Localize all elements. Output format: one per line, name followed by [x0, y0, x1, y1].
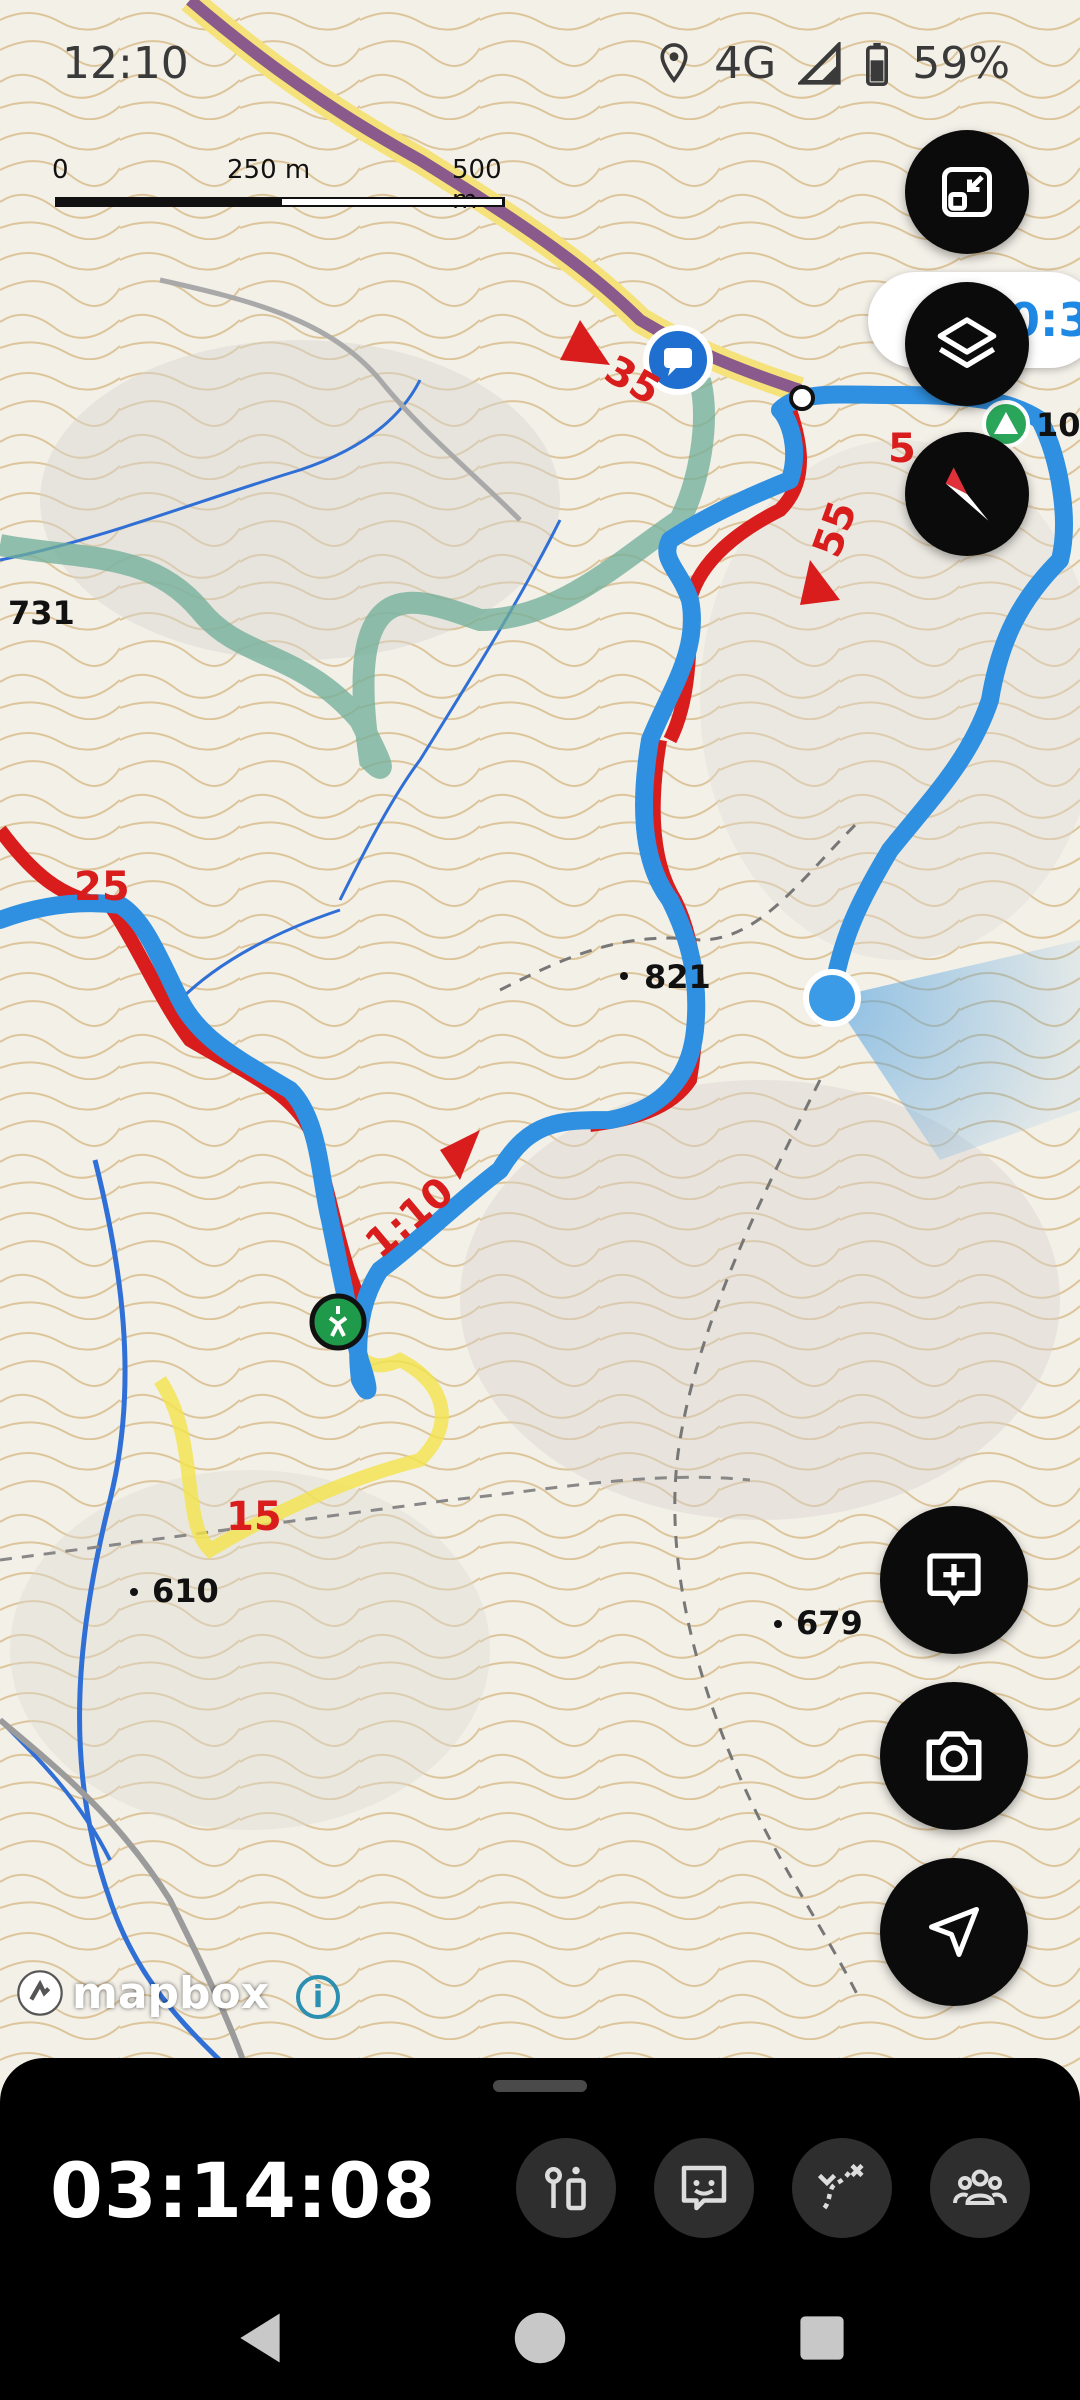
route-label: 15 — [226, 1494, 282, 1540]
network-type: 4G — [714, 38, 777, 89]
fullscreen-button[interactable] — [905, 130, 1029, 254]
mapbox-text: mapbox — [72, 1967, 270, 2019]
nav-back-button[interactable] — [230, 2308, 290, 2368]
waypoint-tool-icon — [545, 2166, 586, 2211]
status-bar: 12:10 4G 59% — [0, 0, 1080, 130]
route-label: 25 — [74, 864, 130, 910]
attribution-info-icon[interactable]: i — [296, 1975, 340, 2019]
add-note-button[interactable] — [880, 1506, 1028, 1654]
navigation-arrow-icon — [929, 1907, 979, 1957]
current-location-dot — [803, 969, 861, 1027]
compass-button[interactable] — [905, 432, 1029, 556]
nav-recents-button[interactable] — [792, 2308, 852, 2368]
feedback-tool-button[interactable] — [654, 2138, 754, 2238]
scale-bar: 0 250 m 500 m — [52, 155, 522, 215]
camera-button[interactable] — [880, 1682, 1028, 1830]
route-tool-button[interactable] — [792, 2138, 892, 2238]
recents-square-icon — [800, 2316, 844, 2360]
elevation-label: 821 — [644, 958, 711, 996]
elevation-label: 610 — [152, 1572, 219, 1610]
track-point — [789, 385, 815, 411]
layers-icon — [937, 317, 997, 368]
elapsed-time: 03:14:08 — [50, 2146, 437, 2235]
fullscreen-exit-icon — [942, 167, 992, 217]
location-icon — [660, 42, 688, 83]
system-nav-bar — [0, 2308, 1080, 2398]
elevation-label: 731 — [8, 594, 75, 632]
add-comment-icon — [927, 1553, 981, 1607]
status-time: 12:10 — [62, 38, 189, 89]
emoji-message-icon — [681, 2165, 727, 2211]
layers-button[interactable] — [905, 282, 1029, 406]
mapbox-mark-icon — [17, 1970, 63, 2016]
back-triangle-icon — [240, 2313, 280, 2363]
elevation-label: 679 — [796, 1604, 863, 1642]
bottom-panel: 03:14:08 — [0, 2058, 1080, 2400]
nav-home-button[interactable] — [510, 2308, 570, 2368]
battery-icon — [866, 42, 889, 86]
scale-mid-label: 250 m — [227, 155, 311, 185]
route-icon — [817, 2163, 864, 2210]
home-circle-icon — [514, 2312, 566, 2364]
signal-icon — [798, 41, 841, 85]
group-tool-button[interactable] — [930, 2138, 1030, 2238]
elevation-label: 10 — [1036, 406, 1080, 444]
battery-level: 59% — [912, 38, 1010, 89]
waypoint-tool-button[interactable] — [516, 2138, 616, 2238]
status-icons: 4G 59% — [656, 38, 1010, 89]
camera-icon — [926, 1731, 982, 1781]
compass-icon — [945, 467, 989, 521]
group-icon — [953, 2169, 1007, 2205]
scale-start-label: 0 — [52, 155, 69, 185]
drag-handle[interactable] — [493, 2080, 587, 2092]
navigate-button[interactable] — [880, 1858, 1028, 2006]
mapbox-logo[interactable]: mapbox — [14, 1967, 269, 2019]
